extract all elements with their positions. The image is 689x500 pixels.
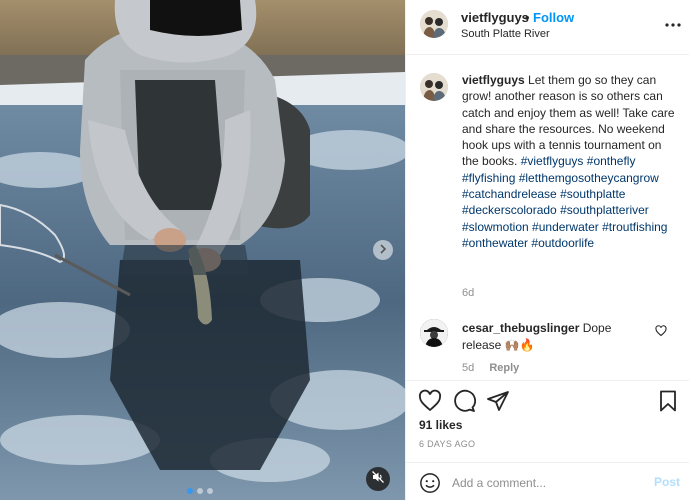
likes-count[interactable]: 91 likes — [419, 418, 462, 432]
comment-timestamp[interactable]: 5d — [462, 362, 474, 374]
more-horizontal-icon — [665, 14, 681, 32]
hashtag[interactable]: #flyfishing — [462, 171, 515, 185]
save-button[interactable] — [656, 389, 680, 413]
smiley-icon — [419, 473, 441, 498]
hashtag[interactable]: #vietflyguys — [521, 154, 584, 168]
comments-list[interactable]: vietflyguys Let them go so they can grow… — [406, 56, 689, 380]
carousel-indicator — [187, 488, 213, 494]
hashtag[interactable]: #southplatteriver — [560, 203, 649, 217]
caption-timestamp[interactable]: 6d — [462, 287, 474, 299]
post-caption: vietflyguys Let them go so they can grow… — [462, 72, 676, 251]
carousel-dot — [207, 488, 213, 494]
paper-plane-icon — [486, 391, 510, 417]
comment-meta: 5d Reply — [462, 362, 519, 374]
post-media[interactable] — [0, 0, 405, 500]
comment-like-button[interactable] — [655, 324, 669, 338]
mute-button[interactable] — [366, 467, 390, 491]
hashtag[interactable]: #deckerscolorado — [462, 203, 557, 217]
share-button[interactable] — [486, 389, 510, 413]
avatar[interactable] — [420, 73, 448, 101]
chevron-right-icon — [378, 241, 388, 259]
comment-input[interactable] — [452, 472, 642, 494]
carousel-dot — [197, 488, 203, 494]
bookmark-icon — [656, 390, 680, 417]
like-button[interactable] — [418, 389, 442, 413]
hashtag[interactable]: #catchandrelease — [462, 187, 557, 201]
reply-button[interactable]: Reply — [489, 362, 519, 374]
comment-username[interactable]: cesar_thebugslinger — [462, 321, 579, 335]
more-options-button[interactable] — [664, 14, 682, 32]
header-username[interactable]: vietflyguys — [461, 10, 529, 25]
heart-icon — [655, 324, 667, 341]
heart-icon — [418, 389, 442, 417]
hashtag[interactable]: #southplatte — [560, 187, 625, 201]
carousel-next-button[interactable] — [373, 240, 393, 260]
avatar[interactable] — [420, 319, 448, 347]
hashtag[interactable]: #underwater — [532, 220, 599, 234]
post-date[interactable]: 6 DAYS AGO — [419, 439, 475, 449]
comment-button[interactable] — [452, 389, 476, 413]
post-comment-button[interactable]: Post — [654, 475, 680, 489]
post-side-panel: vietflyguys • Follow South Platte River … — [405, 0, 689, 500]
follow-button[interactable]: Follow — [533, 10, 574, 25]
comment-bubble-icon — [452, 389, 476, 417]
hashtag[interactable]: #outdoorlife — [531, 236, 594, 250]
hashtag[interactable]: #onthewater — [462, 236, 528, 250]
hashtag[interactable]: #troutfishing — [602, 220, 667, 234]
hashtag[interactable]: #onthefly — [587, 154, 636, 168]
caption-username[interactable]: vietflyguys — [462, 73, 525, 87]
hashtag[interactable]: #slowmotion — [462, 220, 529, 234]
location-link[interactable]: South Platte River — [461, 28, 550, 40]
carousel-dot-active — [187, 488, 193, 494]
speaker-muted-icon — [371, 470, 385, 489]
post-header: vietflyguys • Follow South Platte River — [406, 0, 689, 55]
comment-item: cesar_thebugslinger Dope release 🙌🏽🔥 — [462, 320, 652, 353]
video-frame — [0, 0, 405, 500]
header-separator: • — [525, 10, 530, 25]
post-actions: 91 likes 6 DAYS AGO — [406, 380, 689, 458]
emoji-button[interactable] — [419, 472, 441, 494]
hashtag[interactable]: #letthemgosotheycangrow — [519, 171, 659, 185]
add-comment-bar: Post — [406, 462, 689, 500]
avatar[interactable] — [420, 10, 448, 38]
